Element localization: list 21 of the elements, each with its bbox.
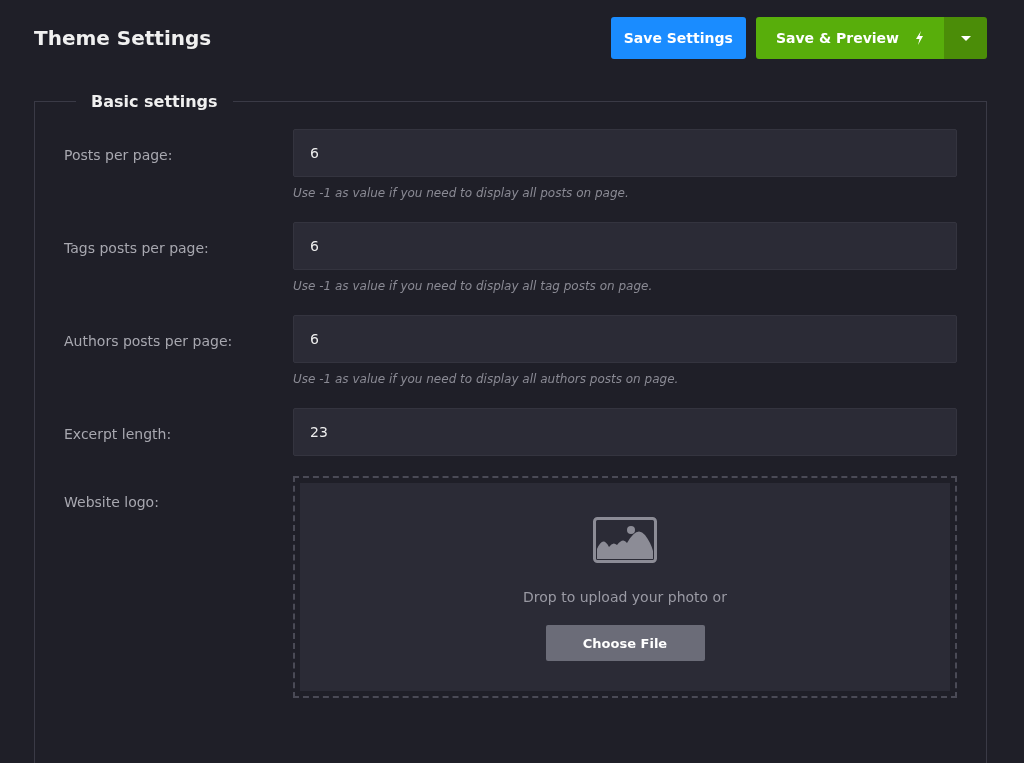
field-label: Authors posts per page: xyxy=(64,332,234,351)
image-icon xyxy=(593,517,657,563)
field-label: Tags posts per page: xyxy=(64,239,210,258)
number-input[interactable]: 6 xyxy=(293,222,957,270)
field-hint: Use -1 as value if you need to display all tag posts on page. xyxy=(293,279,654,293)
lightning-icon xyxy=(915,31,924,45)
number-input[interactable]: 6 xyxy=(293,129,957,177)
number-input[interactable]: 6 xyxy=(293,315,957,363)
page-title: Theme Settings xyxy=(34,26,212,50)
section-legend: Basic settings xyxy=(76,92,233,111)
upload-prompt: Drop to upload your photo or xyxy=(523,589,727,605)
dropdown-toggle[interactable] xyxy=(944,17,987,59)
upload-dropzone[interactable]: Drop to upload your photo or Choose File xyxy=(293,476,957,698)
field-label: Posts per page: xyxy=(64,146,174,165)
caret-icon xyxy=(960,35,971,41)
field-hint: Use -1 as value if you need to display all authors posts on page. xyxy=(293,372,680,386)
field-label: Excerpt length: xyxy=(64,425,173,444)
number-input[interactable]: 23 xyxy=(293,408,957,456)
field-hint: Use -1 as value if you need to display all posts on page. xyxy=(293,186,630,200)
field-label: Website logo: xyxy=(64,493,160,512)
choose-file-button[interactable]: Choose File xyxy=(545,625,705,661)
